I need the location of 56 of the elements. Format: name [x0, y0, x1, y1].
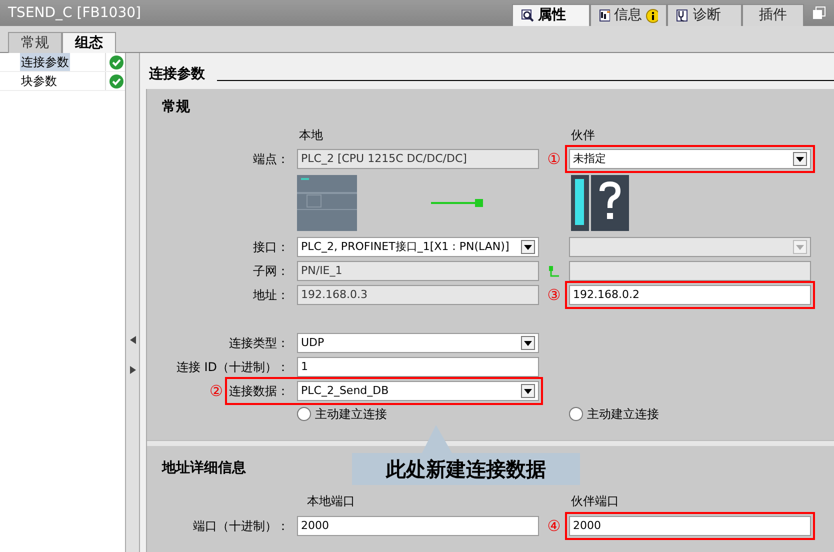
input-field[interactable]: 1 — [297, 357, 539, 377]
inspect-icon — [521, 9, 534, 22]
caret-icon — [796, 244, 804, 250]
field-label: 端点： — [253, 152, 289, 166]
radio-button[interactable]: 主动建立连接 — [569, 405, 659, 423]
readonly-field: 192.168.0.3 — [297, 285, 539, 305]
input-field[interactable]: 2000 — [297, 516, 539, 536]
section-heading: 连接参数 — [149, 65, 205, 84]
diagnostics-icon — [676, 9, 689, 22]
inspector-tab[interactable]: 插件 — [742, 4, 804, 26]
tab[interactable]: 组态 — [62, 32, 116, 53]
inspector-tab[interactable]: 属性 — [512, 4, 590, 26]
info-icon — [646, 8, 658, 22]
section-title: 地址详细信息 — [162, 460, 246, 476]
step-number: ① — [547, 150, 561, 168]
callout-arrow — [422, 425, 452, 453]
caret-icon — [524, 244, 532, 250]
field-label: 连接类型： — [229, 335, 290, 352]
readonly-field: PN/IE_1 — [297, 261, 539, 281]
info-icon — [599, 9, 610, 22]
unknown-device-icon — [571, 175, 629, 231]
column-heading: 本地 — [299, 127, 324, 144]
input-field[interactable]: 192.168.0.2 — [569, 285, 811, 305]
column-heading: 伙伴 — [571, 127, 595, 144]
field-label: 接口： — [253, 240, 289, 254]
collapse-left-icon[interactable] — [130, 336, 136, 344]
field-label: 连接数据： — [229, 383, 290, 400]
dropdown-field[interactable]: UDP — [297, 333, 539, 353]
column-heading: 本地端口 — [307, 493, 356, 510]
connection-line — [431, 198, 483, 208]
tab[interactable]: 常规 — [8, 32, 62, 53]
field-label: 连接 ID（十进制）： — [176, 359, 290, 376]
dropdown-field[interactable]: PLC_2_Send_DB — [297, 381, 539, 401]
step-number: ② — [210, 380, 223, 402]
inspector-tab[interactable]: 诊断 — [667, 4, 742, 26]
field-label: 地址： — [253, 288, 289, 302]
field-label: 端口（十进制）： — [193, 519, 289, 533]
column-heading: 伙伴端口 — [571, 493, 619, 510]
inspector-tab[interactable]: 信息 — [590, 4, 667, 26]
caret-icon — [524, 388, 532, 394]
section-title: 常规 — [162, 99, 190, 115]
sidebar-item[interactable]: 块参数 — [20, 72, 58, 90]
sidebar-item[interactable]: 连接参数 — [20, 53, 70, 71]
step-number: ④ — [547, 516, 561, 535]
field-label: 子网： — [253, 264, 289, 278]
caret-icon — [524, 340, 532, 346]
caret-icon — [796, 156, 804, 162]
input-field[interactable]: 2000 — [569, 516, 811, 536]
dropdown-field[interactable]: PLC_2, PROFINET接口_1[X1 : PN(LAN)] — [297, 237, 539, 257]
dropdown-field[interactable]: 未指定 — [569, 149, 811, 169]
radio-button[interactable]: 主动建立连接 — [297, 405, 569, 423]
expand-right-icon[interactable] — [130, 366, 136, 374]
window-title: TSEND_C [FB1030] — [7, 4, 142, 22]
restore-icon[interactable] — [812, 6, 826, 20]
readonly-field: PLC_2 [CPU 1215C DC/DC/DC] — [297, 149, 539, 169]
step-number: ③ — [547, 286, 561, 304]
